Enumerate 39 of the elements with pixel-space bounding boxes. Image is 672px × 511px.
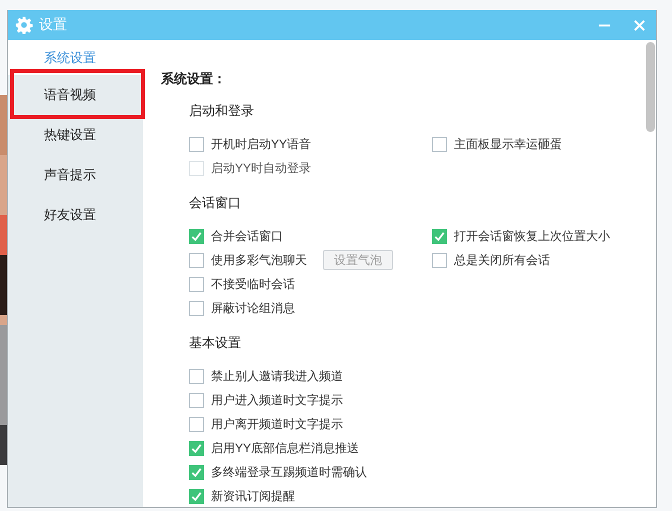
checkbox-label[interactable]: 屏蔽讨论组消息 — [211, 300, 295, 316]
checkbox-label[interactable]: 打开会话窗恢复上次位置大小 — [454, 228, 610, 244]
sidebar-item[interactable]: 语音视频 — [8, 75, 143, 115]
sidebar-item[interactable]: 好友设置 — [8, 195, 143, 235]
checkbox[interactable] — [432, 252, 447, 268]
checkbox[interactable] — [189, 464, 204, 480]
checkbox[interactable] — [189, 368, 204, 384]
section-title: 启动和登录 — [189, 102, 255, 120]
checkbox[interactable] — [189, 228, 204, 244]
checkbox-label[interactable]: 总是关闭所有会话 — [454, 252, 550, 268]
checkbox[interactable] — [189, 392, 204, 408]
checkbox-label[interactable]: 新资讯订阅提醒 — [211, 488, 295, 504]
checkbox[interactable] — [432, 136, 447, 152]
checkbox[interactable] — [189, 488, 204, 504]
checkbox-label[interactable]: 合并会话窗口 — [211, 228, 283, 244]
checkbox-label[interactable]: 主面板显示幸运砸蛋 — [454, 136, 562, 152]
checkbox[interactable] — [189, 440, 204, 456]
checkbox[interactable] — [189, 276, 204, 292]
checkbox-label[interactable]: 不接受临时会话 — [211, 276, 295, 292]
window-title: 设置 — [39, 16, 67, 34]
close-icon[interactable] — [633, 18, 646, 32]
checkbox-label[interactable]: 使用多彩气泡聊天 — [211, 252, 307, 268]
section-title: 基本设置 — [189, 334, 242, 352]
settings-icon — [15, 16, 33, 34]
section-title: 会话窗口 — [189, 194, 242, 212]
checkbox-label[interactable]: 多终端登录互踢频道时需确认 — [211, 464, 367, 480]
checkbox[interactable] — [189, 300, 204, 316]
page-heading: 系统设置： — [161, 70, 227, 88]
checkbox[interactable] — [189, 136, 204, 152]
checkbox-label[interactable]: 用户进入频道时文字提示 — [211, 392, 343, 408]
checkbox-label[interactable]: 禁止别人邀请我进入频道 — [211, 368, 343, 384]
checkbox-label[interactable]: 用户离开频道时文字提示 — [211, 416, 343, 432]
checkbox-label[interactable]: 启用YY底部信息栏消息推送 — [211, 440, 360, 456]
sidebar-item[interactable]: 热键设置 — [8, 115, 143, 155]
checkbox[interactable] — [189, 416, 204, 432]
checkbox-label[interactable]: 开机时启动YY语音 — [211, 136, 312, 152]
checkbox[interactable] — [189, 252, 204, 268]
checkbox[interactable] — [432, 228, 447, 244]
sidebar-item[interactable]: 声音提示 — [8, 155, 143, 195]
